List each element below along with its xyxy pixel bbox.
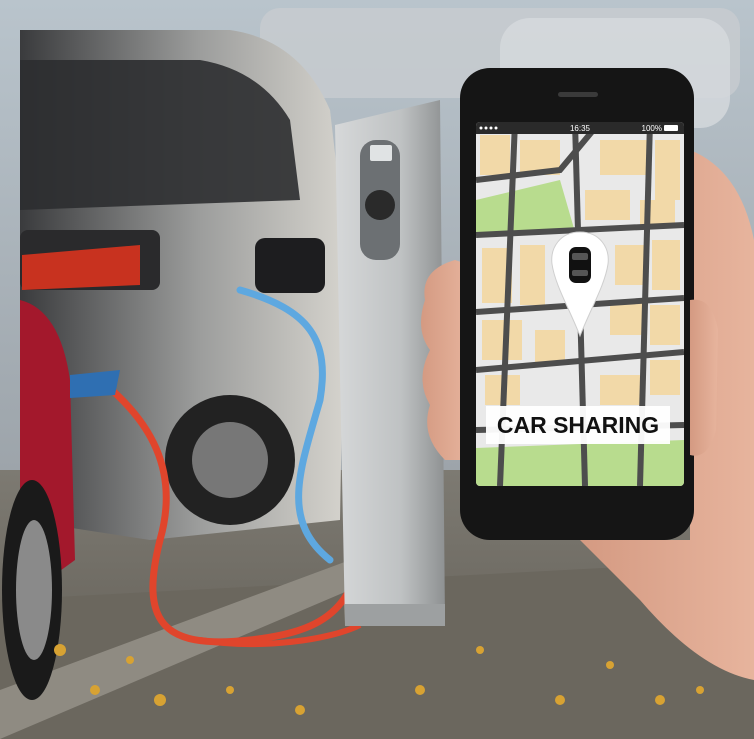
thumb [690,299,718,456]
smartphone: 16:35 100% CAR SHARING [460,68,694,540]
battery-icon [664,125,678,131]
status-battery: 100% [642,124,662,133]
status-time: 16:35 [570,124,591,133]
charging-port-flap [255,238,325,293]
speaker-slot [558,92,598,97]
car-sharing-banner: CAR SHARING [497,412,659,438]
ev-charging-car-sharing-photo: 16:35 100% CAR SHARING [0,0,754,739]
